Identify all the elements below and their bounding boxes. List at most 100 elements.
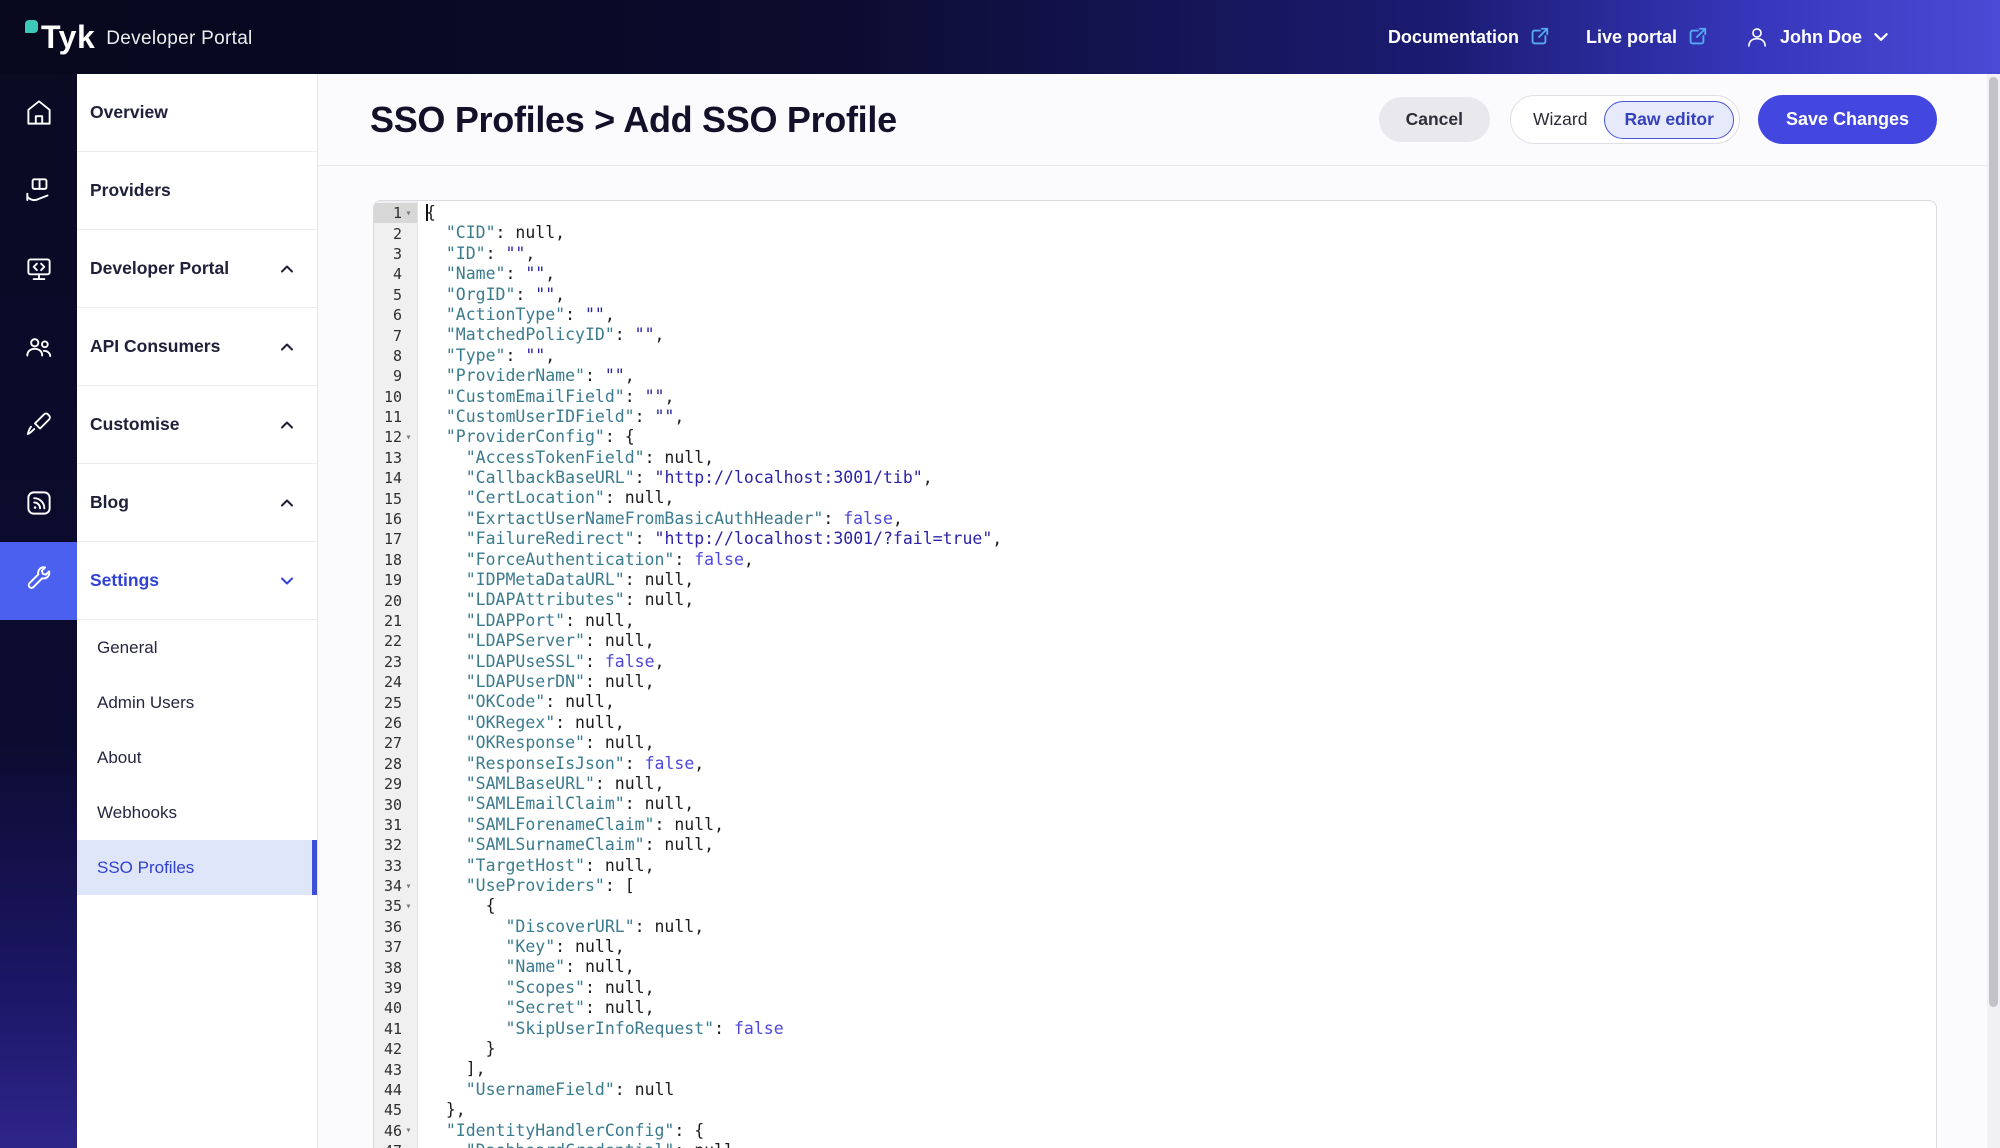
sidebar-item-providers[interactable]: Providers bbox=[77, 152, 317, 230]
line-number: 17 bbox=[384, 530, 402, 548]
line-number: 12 bbox=[384, 428, 402, 446]
code-token: , bbox=[674, 407, 684, 426]
sidebar-subitem-general[interactable]: General bbox=[77, 620, 317, 675]
page-header: SSO Profiles > Add SSO Profile Cancel Wi… bbox=[318, 74, 2000, 166]
gutter-line-10: 10 bbox=[374, 387, 417, 407]
line-number: 26 bbox=[384, 714, 402, 732]
code-token: , bbox=[893, 509, 903, 528]
gutter-line-6: 6 bbox=[374, 305, 417, 325]
sidebar-menu: Overview Providers Developer Portal API Co… bbox=[77, 74, 318, 1148]
line-number: 3 bbox=[393, 245, 402, 263]
line-number: 27 bbox=[384, 734, 402, 752]
user-menu[interactable]: John Doe bbox=[1744, 24, 1890, 50]
editor-code-area[interactable]: { "CID": null, "ID": "", "Name": "", "Or… bbox=[418, 201, 1936, 1148]
raw-editor-toggle-option[interactable]: Raw editor bbox=[1604, 101, 1733, 139]
sidebar-item-settings[interactable]: Settings bbox=[77, 542, 317, 620]
rail-item-api-consumers[interactable] bbox=[0, 308, 77, 386]
code-token bbox=[426, 488, 466, 507]
sidebar-item-label: Overview bbox=[90, 102, 168, 123]
rail-item-blog[interactable] bbox=[0, 464, 77, 542]
code-line-38: "Name": null, bbox=[426, 957, 1936, 977]
vertical-scrollbar[interactable] bbox=[1987, 74, 2000, 1148]
brand-product: Developer Portal bbox=[106, 28, 252, 50]
sidebar-item-overview[interactable]: Overview bbox=[77, 74, 317, 152]
code-token: : bbox=[714, 1019, 734, 1038]
code-token bbox=[426, 550, 466, 569]
code-token: : bbox=[585, 652, 605, 671]
code-token bbox=[426, 264, 446, 283]
code-line-13: "AccessTokenField": null, bbox=[426, 448, 1936, 468]
documentation-link[interactable]: Documentation bbox=[1388, 26, 1550, 48]
code-token bbox=[426, 529, 466, 548]
sidebar-item-blog[interactable]: Blog bbox=[77, 464, 317, 542]
code-line-42: } bbox=[426, 1039, 1936, 1059]
rail-item-providers[interactable] bbox=[0, 152, 77, 230]
sidebar-subitem-about[interactable]: About bbox=[77, 730, 317, 785]
scrollbar-thumb[interactable] bbox=[1989, 77, 1998, 1007]
code-token bbox=[426, 244, 446, 263]
sidebar-subitem-admin-users[interactable]: Admin Users bbox=[77, 675, 317, 730]
sidebar-item-customise[interactable]: Customise bbox=[77, 386, 317, 464]
sidebar-item-developer-portal[interactable]: Developer Portal bbox=[77, 230, 317, 308]
tyk-logo[interactable]: Tyk Developer Portal bbox=[25, 19, 253, 56]
fold-toggle-icon[interactable]: ▾ bbox=[402, 208, 415, 219]
code-token: : bbox=[515, 285, 535, 304]
code-token: , bbox=[655, 325, 665, 344]
code-token: "LDAPUserDN" bbox=[466, 672, 585, 691]
fold-toggle-icon[interactable]: ▾ bbox=[402, 881, 415, 892]
fold-toggle-icon[interactable]: ▾ bbox=[402, 1125, 415, 1136]
code-token: , bbox=[694, 754, 704, 773]
code-token: : null, bbox=[655, 815, 725, 834]
wizard-toggle-option[interactable]: Wizard bbox=[1516, 109, 1604, 130]
rail-item-overview[interactable] bbox=[0, 74, 77, 152]
line-number: 34 bbox=[384, 877, 402, 895]
code-token: , bbox=[744, 550, 754, 569]
live-portal-link[interactable]: Live portal bbox=[1586, 26, 1708, 48]
save-changes-button[interactable]: Save Changes bbox=[1758, 95, 1937, 144]
fold-toggle-icon[interactable]: ▾ bbox=[402, 432, 415, 443]
external-link-icon bbox=[1528, 26, 1550, 48]
line-number: 29 bbox=[384, 775, 402, 793]
sidebar-item-label: Customise bbox=[90, 414, 179, 435]
code-token: "ProviderName" bbox=[446, 366, 585, 385]
code-token bbox=[426, 509, 466, 528]
code-token: : null, bbox=[595, 774, 665, 793]
line-number: 9 bbox=[393, 367, 402, 385]
fold-toggle-icon[interactable]: ▾ bbox=[402, 901, 415, 912]
rail-item-developer-portal[interactable] bbox=[0, 230, 77, 308]
sidebar-top-items: Overview Providers Developer Portal API Co… bbox=[77, 74, 317, 620]
sidebar-subitem-sso-profiles[interactable]: SSO Profiles bbox=[77, 840, 317, 895]
code-token bbox=[426, 692, 466, 711]
code-line-16: "ExrtactUserNameFromBasicAuthHeader": fa… bbox=[426, 509, 1936, 529]
code-line-21: "LDAPPort": null, bbox=[426, 611, 1936, 631]
sidebar-subitem-webhooks[interactable]: Webhooks bbox=[77, 785, 317, 840]
code-token: , bbox=[545, 346, 555, 365]
code-token: } bbox=[426, 1039, 496, 1058]
code-token: : null, bbox=[545, 692, 615, 711]
gutter-line-23: 23 bbox=[374, 652, 417, 672]
gutter-line-12: 12▾ bbox=[374, 427, 417, 447]
gutter-line-18: 18 bbox=[374, 550, 417, 570]
code-line-40: "Secret": null, bbox=[426, 998, 1936, 1018]
code-token: "ResponseIsJson" bbox=[466, 754, 625, 773]
code-token bbox=[426, 713, 466, 732]
sidebar-item-label: Developer Portal bbox=[90, 258, 229, 279]
gutter-line-13: 13 bbox=[374, 448, 417, 468]
page-title: SSO Profiles > Add SSO Profile bbox=[370, 99, 1379, 141]
code-token: , bbox=[655, 652, 665, 671]
code-token: "LDAPPort" bbox=[466, 611, 565, 630]
gutter-line-3: 3 bbox=[374, 244, 417, 264]
line-number: 10 bbox=[384, 388, 402, 406]
code-token: "CertLocation" bbox=[466, 488, 605, 507]
gutter-line-34: 34▾ bbox=[374, 876, 417, 896]
code-token: "CustomUserIDField" bbox=[446, 407, 635, 426]
line-number: 4 bbox=[393, 265, 402, 283]
line-number: 36 bbox=[384, 918, 402, 936]
brand-name: Tyk bbox=[41, 19, 95, 56]
code-token: : bbox=[674, 550, 694, 569]
sidebar-item-api-consumers[interactable]: API Consumers bbox=[77, 308, 317, 386]
rail-item-settings[interactable] bbox=[0, 542, 77, 620]
cancel-button[interactable]: Cancel bbox=[1379, 97, 1490, 142]
rail-item-customise[interactable] bbox=[0, 386, 77, 464]
gutter-line-31: 31 bbox=[374, 815, 417, 835]
